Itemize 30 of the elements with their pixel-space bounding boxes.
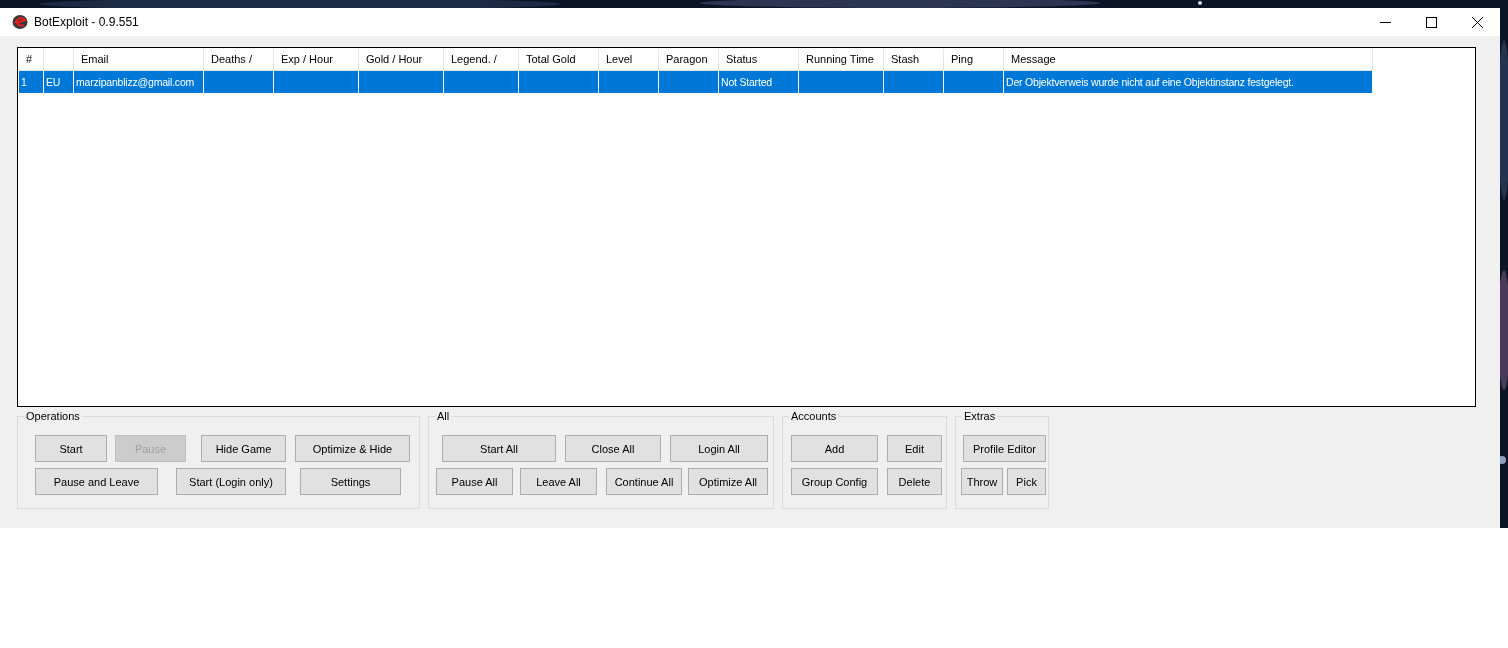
action-button[interactable]: Settings bbox=[300, 468, 401, 495]
action-button[interactable]: Login All bbox=[670, 435, 768, 462]
action-button[interactable]: Edit bbox=[887, 435, 942, 462]
action-button[interactable]: Delete bbox=[887, 468, 942, 495]
action-button[interactable]: Pause All bbox=[436, 468, 513, 495]
table-cell: Der Objektverweis wurde nicht auf eine Objektinstanz festgelegt. bbox=[1004, 71, 1373, 93]
action-button[interactable]: Leave All bbox=[520, 468, 597, 495]
action-button[interactable]: Start bbox=[35, 435, 107, 462]
action-button[interactable]: Pause and Leave bbox=[35, 468, 158, 495]
group-title: Operations bbox=[24, 410, 82, 422]
action-button[interactable]: Start (Login only) bbox=[176, 468, 286, 495]
table-cell: EU bbox=[44, 71, 74, 93]
action-button[interactable]: Optimize & Hide bbox=[295, 435, 410, 462]
table-cell: marzipanblizz@gmail.com bbox=[74, 71, 204, 93]
group-title: Accounts bbox=[789, 410, 839, 422]
action-button[interactable]: Hide Game bbox=[201, 435, 286, 462]
action-button[interactable]: Pick bbox=[1007, 468, 1046, 495]
action-button[interactable]: Close All bbox=[565, 435, 661, 462]
action-button[interactable]: Continue All bbox=[606, 468, 682, 495]
action-button[interactable]: Group Config bbox=[791, 468, 878, 495]
window-title: BotExploit - 0.9.551 bbox=[34, 15, 140, 29]
action-button[interactable]: Start All bbox=[442, 435, 556, 462]
group-title: Extras bbox=[962, 410, 998, 422]
action-button[interactable]: Add bbox=[791, 435, 878, 462]
action-button[interactable]: Optimize All bbox=[688, 468, 768, 495]
group-title: All bbox=[435, 410, 452, 422]
table-cell: 1 bbox=[19, 71, 44, 93]
action-button[interactable]: Throw bbox=[961, 468, 1003, 495]
action-button[interactable]: Profile Editor bbox=[963, 435, 1046, 462]
table-cell: Not Started bbox=[719, 71, 799, 93]
